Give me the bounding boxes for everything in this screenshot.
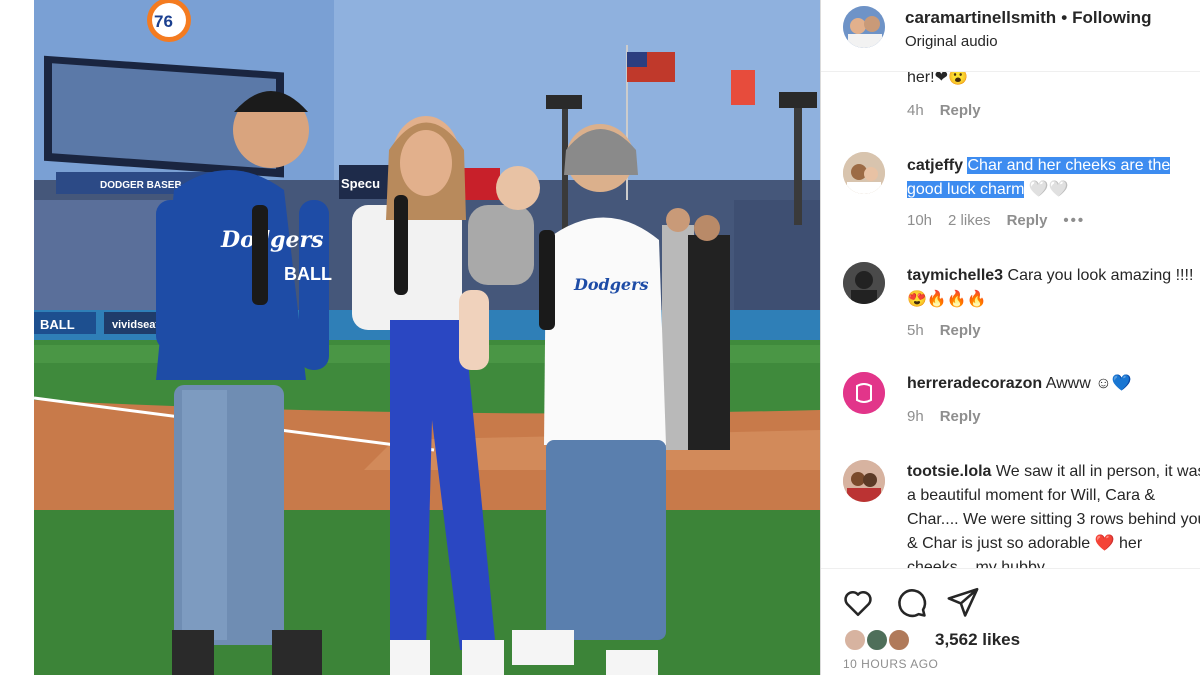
comment-emojis: ❤😮: [934, 72, 968, 86]
comment-emojis: 😍🔥🔥🔥: [907, 291, 987, 308]
comments-list[interactable]: her!❤😮 4h Reply catjeffy Char and her che…: [821, 72, 1200, 568]
comment-time: 4h: [907, 102, 924, 119]
comment-avatar[interactable]: [843, 152, 885, 194]
liker-avatar: [865, 628, 889, 652]
comment-text: her!❤😮: [907, 72, 1200, 90]
likes-count[interactable]: 3,562 likes: [935, 630, 1020, 650]
ball-sign-text: BALL: [40, 317, 75, 332]
author-username[interactable]: caramartinellsmith: [905, 8, 1056, 27]
comment-avatar-image: [843, 262, 885, 304]
share-icon[interactable]: [946, 585, 980, 619]
comment-avatar[interactable]: [843, 262, 885, 304]
comment-time: 5h: [907, 322, 924, 339]
post-header: caramartinellsmith • Following Original au…: [821, 0, 1200, 72]
comments-panel: caramartinellsmith • Following Original au…: [820, 0, 1200, 675]
reply-button[interactable]: Reply: [940, 322, 981, 339]
comment-username[interactable]: taymichelle3: [907, 267, 1003, 284]
comment-emojis: ❤️: [1094, 535, 1115, 552]
comment-text: catjeffy Char and her cheeks are the goo…: [907, 154, 1200, 202]
comment-body: Awww: [1045, 375, 1091, 392]
likes-row[interactable]: 3,562 likes: [843, 628, 1200, 654]
comment-meta: 10h 2 likes Reply •••: [907, 212, 1101, 229]
liker-avatar: [843, 628, 867, 652]
hoodie-text: Dodgers: [220, 227, 324, 253]
jersey-text: Dodgers: [573, 275, 649, 294]
reply-button[interactable]: Reply: [1007, 212, 1048, 229]
stadium-scene: vividseats BALL 76 Specu DODGER BASEB Do…: [34, 0, 820, 675]
comment-meta: 9h Reply: [907, 408, 997, 425]
audio-label[interactable]: Original audio: [905, 33, 998, 50]
reply-button[interactable]: Reply: [940, 102, 981, 119]
comment-meta: 4h Reply: [907, 102, 997, 119]
comment-text: taymichelle3 Cara you look amazing !!!! …: [907, 264, 1200, 312]
comment-avatar[interactable]: [843, 372, 885, 414]
author-avatar-image: [843, 6, 885, 48]
heart-icon[interactable]: [841, 585, 875, 619]
comment-body: her!: [907, 72, 935, 86]
comment-avatar[interactable]: [843, 460, 885, 502]
comment-time: 9h: [907, 408, 924, 425]
dodger-sign: DODGER BASEB: [100, 180, 182, 191]
comment-username[interactable]: herreradecorazon: [907, 375, 1042, 392]
comment-username[interactable]: tootsie.lola: [907, 463, 991, 480]
liker-avatar: [887, 628, 911, 652]
comment-avatar-image: [843, 372, 885, 414]
left-margin: [0, 0, 34, 675]
spectrum-sign: Specu: [341, 176, 380, 191]
reply-button[interactable]: Reply: [940, 408, 981, 425]
more-options-icon[interactable]: •••: [1063, 212, 1085, 229]
post-photo[interactable]: vividseats BALL 76 Specu DODGER BASEB Do…: [34, 0, 820, 675]
comment-icon[interactable]: [894, 585, 928, 619]
author-line: caramartinellsmith • Following: [905, 8, 1151, 28]
comment-emojis: ☺💙: [1095, 375, 1132, 392]
header-separator: •: [1061, 8, 1068, 27]
hoodie-text-2: BALL: [284, 264, 332, 284]
comment-emojis: 🤍🤍: [1028, 181, 1069, 198]
scoreboard-logo: 76: [154, 12, 173, 31]
comment-avatar-image: [843, 152, 885, 194]
comment-text: herreradecorazon Awww ☺💙: [907, 372, 1200, 396]
instagram-post-view: vividseats BALL 76 Specu DODGER BASEB Do…: [0, 0, 1200, 675]
comment-username[interactable]: catjeffy: [907, 157, 963, 174]
comment-likes[interactable]: 2 likes: [948, 212, 991, 229]
author-avatar[interactable]: [843, 6, 885, 48]
comment-time: 10h: [907, 212, 933, 229]
comment-avatar-image: [843, 460, 885, 502]
comment-body: Cara you look amazing !!!!: [1007, 267, 1194, 284]
post-time-ago: 10 HOURS AGO: [843, 657, 939, 671]
comment-meta: 5h Reply: [907, 322, 997, 339]
following-button[interactable]: Following: [1072, 8, 1151, 27]
comment-text: tootsie.lola We saw it all in person, it…: [907, 460, 1200, 568]
